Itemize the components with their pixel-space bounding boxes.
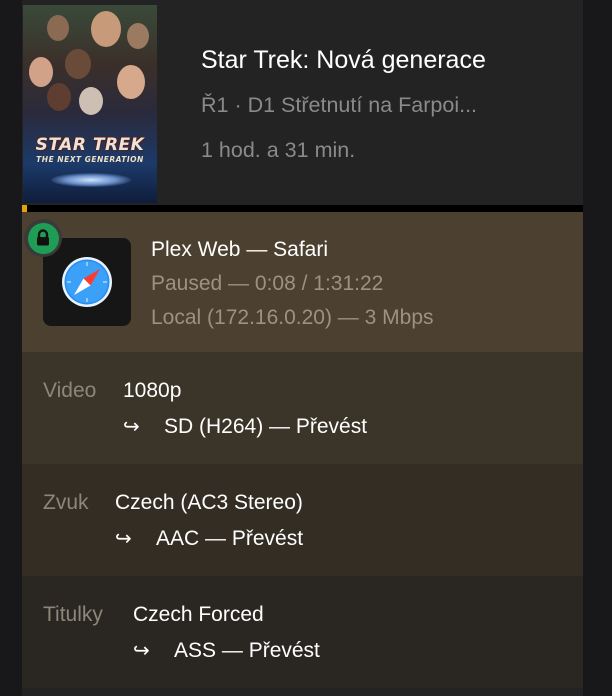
playback-state: Paused — 0:08 / 1:31:22 bbox=[151, 272, 384, 295]
audio-target: AAC — Převést bbox=[156, 527, 304, 550]
video-source: 1080p bbox=[123, 379, 182, 402]
episode-label: Ř1 · D1 Střetnutí na Farpoi... bbox=[201, 93, 478, 117]
subtitle-label: Titulky bbox=[43, 603, 103, 626]
media-title[interactable]: Star Trek: Nová generace bbox=[201, 46, 486, 75]
transcode-arrow-icon: ↪ bbox=[133, 640, 150, 662]
enterprise-ship-graphic bbox=[51, 173, 131, 187]
poster-logo: STAR TREK bbox=[35, 135, 145, 155]
audio-label: Zvuk bbox=[43, 491, 89, 514]
player-name: Plex Web — Safari bbox=[151, 238, 329, 261]
media-header[interactable]: STAR TREK THE NEXT GENERATION Star Trek:… bbox=[22, 0, 583, 205]
subtitle-stream-row: Titulky Czech Forced ↪ ASS — Převést bbox=[22, 576, 583, 688]
lock-icon bbox=[24, 219, 62, 257]
video-label: Video bbox=[43, 379, 97, 402]
poster-image: STAR TREK THE NEXT GENERATION bbox=[23, 5, 157, 203]
session-card: STAR TREK THE NEXT GENERATION Star Trek:… bbox=[22, 0, 583, 696]
audio-stream-row: Zvuk Czech (AC3 Stereo) ↪ AAC — Převést bbox=[22, 464, 583, 576]
video-target: SD (H264) — Převést bbox=[164, 415, 368, 438]
duration-label: 1 hod. a 31 min. bbox=[201, 138, 356, 162]
video-stream-row: Video 1080p ↪ SD (H264) — Převést bbox=[22, 352, 583, 464]
player-section: Plex Web — Safari Paused — 0:08 / 1:31:2… bbox=[22, 212, 583, 352]
network-info: Local (172.16.0.20) — 3 Mbps bbox=[151, 306, 434, 329]
transcode-arrow-icon: ↪ bbox=[115, 528, 132, 550]
progress-fill bbox=[22, 205, 27, 212]
progress-track bbox=[22, 205, 583, 212]
audio-source: Czech (AC3 Stereo) bbox=[115, 491, 303, 514]
subtitle-source: Czech Forced bbox=[133, 603, 264, 626]
poster-tagline: THE NEXT GENERATION bbox=[36, 155, 144, 164]
subtitle-target: ASS — Převést bbox=[174, 639, 320, 662]
transcode-arrow-icon: ↪ bbox=[123, 416, 140, 438]
